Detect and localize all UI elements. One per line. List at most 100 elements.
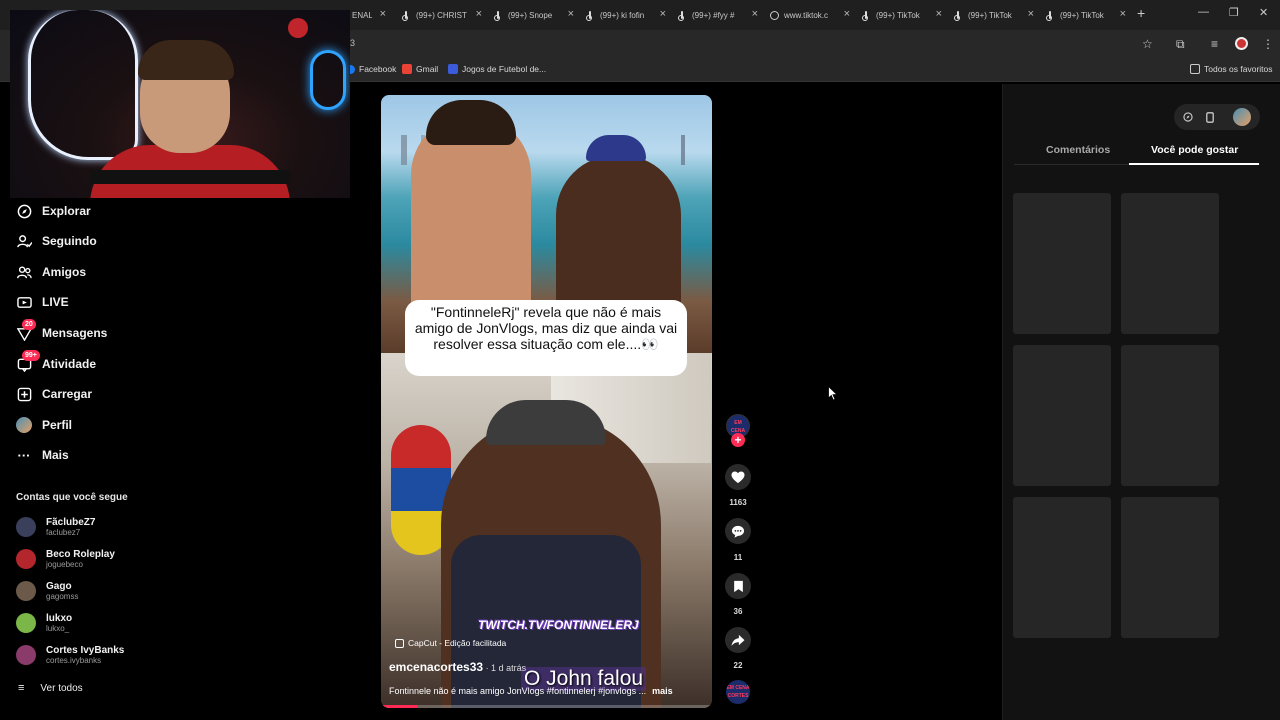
suggested-video-placeholder[interactable] xyxy=(1013,345,1111,486)
video-description: Fontinnele não é mais amigo JonVlogs #fo… xyxy=(389,686,673,696)
sidebar-item-mensagens[interactable]: 20 Mensagens xyxy=(16,319,107,344)
save-button[interactable] xyxy=(725,573,751,599)
restore-icon[interactable]: ❐ xyxy=(1229,6,1239,19)
sidebar-item-perfil[interactable]: Perfil xyxy=(16,414,72,436)
sidebar-item-amigos[interactable]: Amigos xyxy=(16,261,86,283)
bookmark-icon xyxy=(733,580,743,592)
menu-dots-icon[interactable]: ⋮ xyxy=(1262,37,1274,51)
browser-tab[interactable]: (99+) TikTok × xyxy=(856,4,948,26)
browser-tab[interactable]: (99+) CHRIST × xyxy=(396,4,488,26)
browser-tab[interactable]: (99+) TikTok × xyxy=(1040,4,1132,26)
streamer-hair xyxy=(138,40,234,80)
see-all-button[interactable]: ≡ Ver todos xyxy=(18,682,83,694)
close-icon[interactable]: × xyxy=(568,8,574,20)
capcut-link[interactable]: CapCut - Edição facilitada xyxy=(395,638,506,648)
bookmark-jogos[interactable]: Jogos de Futebol de... xyxy=(448,64,546,74)
share-button[interactable] xyxy=(725,627,751,653)
inbox-icon: 99+ xyxy=(16,350,40,372)
close-icon[interactable]: × xyxy=(844,8,850,20)
more-dots-icon: ··· xyxy=(17,447,31,463)
site-icon xyxy=(448,64,458,74)
extensions-icon[interactable]: ⧉ xyxy=(1176,37,1185,52)
browser-tab[interactable]: www.tiktok.c × xyxy=(764,4,856,26)
avatar[interactable] xyxy=(1233,108,1251,126)
music-disc[interactable]: EM CENA CORTES xyxy=(726,680,750,704)
followed-account[interactable]: Beco Roleplay joguebeco xyxy=(16,546,115,572)
close-icon[interactable]: × xyxy=(660,8,666,20)
followed-account[interactable]: lukxo lukxo_ xyxy=(16,610,72,636)
activity-badge: 99+ xyxy=(22,350,40,361)
new-tab-button[interactable]: + xyxy=(1137,5,1145,21)
sidebar-item-explorar[interactable]: Explorar xyxy=(16,200,91,222)
followed-account[interactable]: FãclubeZ7 faclubez7 xyxy=(16,514,95,540)
comment-button[interactable] xyxy=(725,518,751,544)
folder-icon xyxy=(1190,64,1200,74)
webcam-overlay xyxy=(10,10,350,198)
suggested-video-placeholder[interactable] xyxy=(1121,193,1219,334)
bookmark-gmail[interactable]: Gmail xyxy=(402,64,438,74)
url-text[interactable]: 3 xyxy=(350,38,355,48)
save-count: 36 xyxy=(733,607,743,616)
video-person-cap xyxy=(486,400,606,445)
avatar xyxy=(16,549,36,569)
tab-comments[interactable]: Comentários xyxy=(1046,144,1110,156)
browser-profile-avatar[interactable] xyxy=(1235,37,1248,50)
followed-account[interactable]: Gago gagomss xyxy=(16,578,78,604)
tiktok-icon xyxy=(494,10,503,21)
bookmark-facebook[interactable]: Facebook xyxy=(346,64,396,74)
sidebar-item-carregar[interactable]: Carregar xyxy=(16,383,92,405)
browser-tab[interactable]: (99+) ki fofin × xyxy=(580,4,672,26)
tiktok-icon xyxy=(954,10,963,21)
like-button[interactable] xyxy=(725,464,751,490)
close-icon[interactable]: × xyxy=(476,8,482,20)
like-count: 1163 xyxy=(729,498,747,507)
friends-icon xyxy=(16,264,32,280)
video-progress-bar[interactable] xyxy=(381,705,712,708)
sidebar-item-atividade[interactable]: 99+ Atividade xyxy=(16,350,96,375)
suggested-video-placeholder[interactable] xyxy=(1121,345,1219,486)
user-follow-icon xyxy=(16,233,32,249)
twitch-overlay: TWITCH.TV/FONTINNELERJ xyxy=(478,618,639,632)
video-author[interactable]: emcenacortes33 · 1 d atrás xyxy=(389,660,526,674)
browser-tab[interactable]: (99+) TikTok × xyxy=(948,4,1040,26)
close-icon[interactable]: × xyxy=(1120,8,1126,20)
followed-account[interactable]: Cortes IvyBanks cortes.ivybanks xyxy=(16,642,124,668)
browser-tab[interactable]: (99+) Snope × xyxy=(488,4,580,26)
browser-tab[interactable]: (99+) #fyy # × xyxy=(672,4,764,26)
video-player[interactable]: "FontinneleRj" revela que não é mais ami… xyxy=(381,95,712,708)
live-icon xyxy=(16,294,32,310)
sidebar-item-live[interactable]: LIVE xyxy=(16,291,69,313)
window-close-icon[interactable]: ✕ xyxy=(1259,6,1268,19)
close-icon[interactable]: × xyxy=(752,8,758,20)
close-icon[interactable]: × xyxy=(380,8,386,20)
suggested-video-placeholder[interactable] xyxy=(1013,497,1111,638)
message-badge: 20 xyxy=(22,319,36,330)
star-icon[interactable]: ☆ xyxy=(1142,37,1153,51)
suggested-video-placeholder[interactable] xyxy=(1013,193,1111,334)
send-icon: 20 xyxy=(16,319,36,341)
avatar xyxy=(16,581,36,601)
comment-icon xyxy=(731,525,745,538)
avatar xyxy=(16,517,36,537)
mouse-cursor-icon xyxy=(828,385,838,406)
all-bookmarks-button[interactable]: Todos os favoritos xyxy=(1190,64,1273,74)
close-icon[interactable]: × xyxy=(1028,8,1034,20)
browser-tab[interactable]: ENALT × xyxy=(346,4,392,26)
sidebar-item-seguindo[interactable]: Seguindo xyxy=(16,230,97,252)
suggested-video-placeholder[interactable] xyxy=(1121,497,1219,638)
compass-icon xyxy=(16,203,32,219)
tab-suggested[interactable]: Você pode gostar xyxy=(1151,144,1238,156)
compass-small-icon[interactable] xyxy=(1183,112,1193,122)
follow-plus-button[interactable]: + xyxy=(731,433,745,447)
comment-count: 11 xyxy=(733,553,743,562)
minimize-icon[interactable]: — xyxy=(1198,6,1209,18)
close-icon[interactable]: × xyxy=(936,8,942,20)
share-arrow-icon xyxy=(731,634,745,646)
figure-decor xyxy=(288,18,308,38)
tiktok-icon xyxy=(678,10,687,21)
media-controls-icon[interactable]: ≡ xyxy=(1211,37,1218,51)
phone-icon[interactable] xyxy=(1205,112,1215,123)
sidebar-item-mais[interactable]: ··· Mais xyxy=(16,444,69,466)
more-link[interactable]: mais xyxy=(652,686,673,696)
avatar xyxy=(16,613,36,633)
